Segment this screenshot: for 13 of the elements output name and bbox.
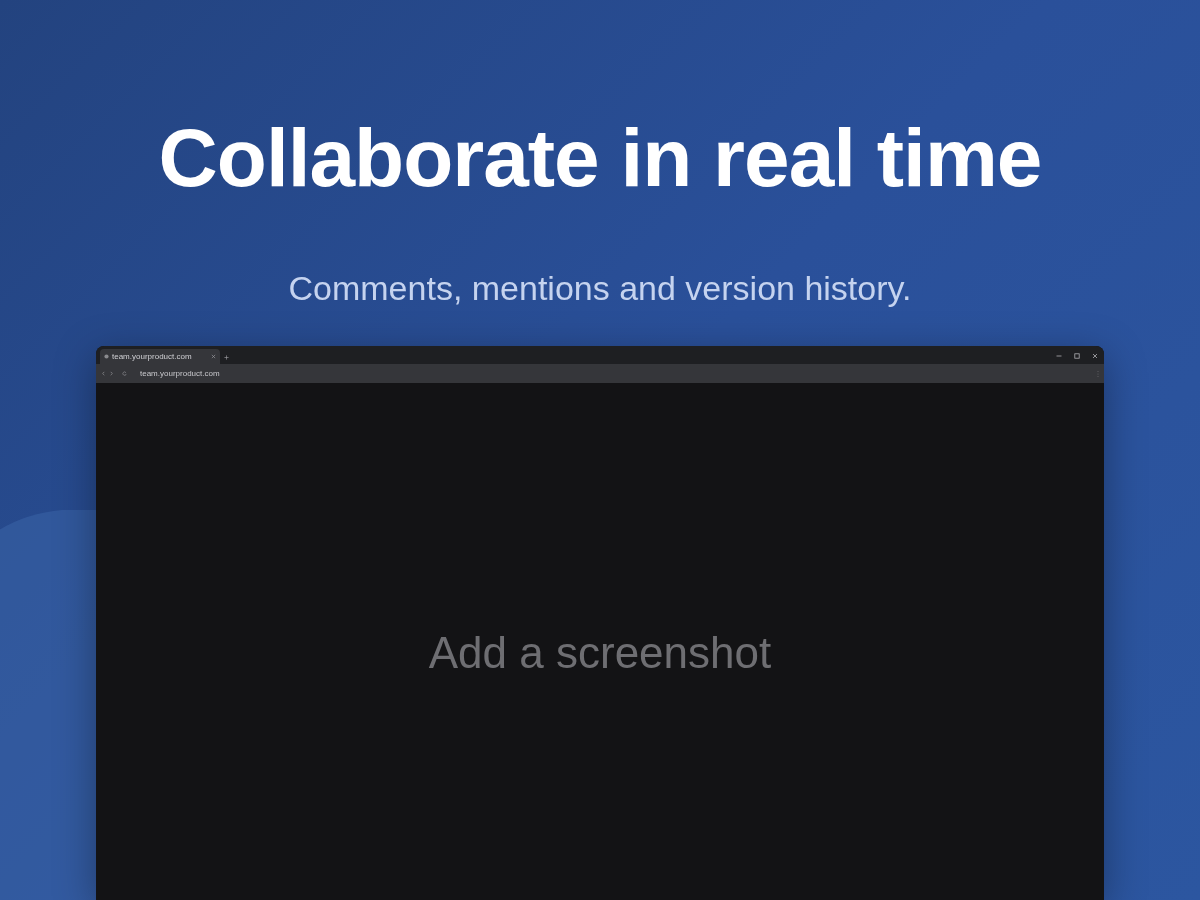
subtitle: Comments, mentions and version history. — [288, 268, 912, 308]
address-field[interactable]: team.yourproduct.com — [140, 369, 220, 378]
headline: Collaborate in real time — [158, 111, 1042, 205]
tab-title: team.yourproduct.com — [112, 352, 193, 361]
back-icon[interactable] — [101, 371, 106, 376]
close-icon[interactable] — [211, 354, 216, 359]
close-icon[interactable] — [1091, 352, 1099, 360]
maximize-icon[interactable] — [1073, 352, 1081, 360]
browser-tab[interactable]: team.yourproduct.com — [100, 349, 220, 364]
placeholder-text: Add a screenshot — [428, 627, 772, 679]
minimize-icon[interactable] — [1055, 352, 1063, 360]
forward-icon[interactable] — [109, 371, 114, 376]
new-tab-icon[interactable] — [224, 355, 229, 360]
